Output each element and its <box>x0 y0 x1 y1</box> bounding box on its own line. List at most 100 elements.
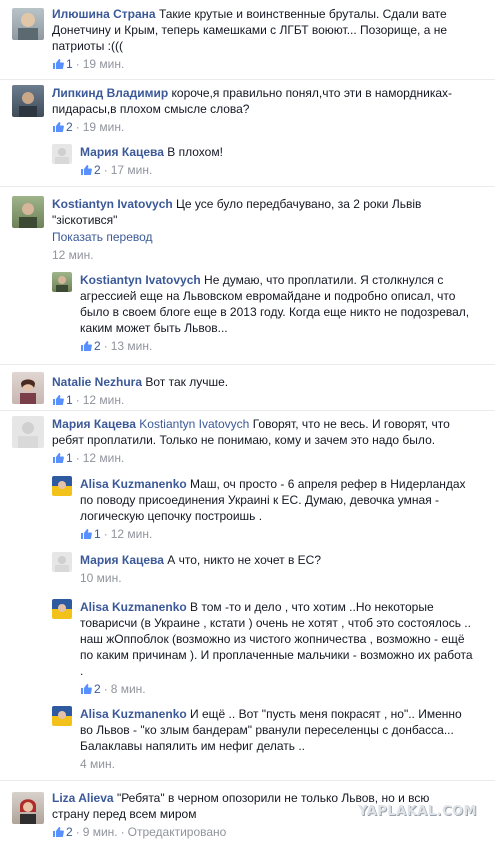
comment-author[interactable]: Natalie Nezhura <box>52 375 142 389</box>
comment-time[interactable]: 12 мин. <box>83 451 125 465</box>
like-count[interactable]: 2 <box>94 339 101 353</box>
comment-meta: 2 · 19 мин. <box>52 119 482 137</box>
comment-body: Natalie Nezhura Вот так лучше. 1 · 12 мин. <box>52 374 482 410</box>
comment-author[interactable]: Kostiantyn Ivatovych <box>52 197 173 211</box>
comment-text: Вот так лучше. <box>145 375 229 389</box>
avatar-image <box>55 556 69 572</box>
like-count[interactable]: 1 <box>66 451 73 465</box>
like-count[interactable]: 2 <box>66 825 73 839</box>
like-count[interactable]: 1 <box>66 57 73 71</box>
thumbs-up-icon[interactable] <box>52 121 64 137</box>
comment-body: Kostiantyn Ivatovych Не думаю, что пропл… <box>80 272 475 356</box>
comment-meta: 2 · 13 мин. <box>80 338 475 356</box>
avatar[interactable] <box>12 372 44 404</box>
like-count[interactable]: 1 <box>66 393 73 407</box>
comment-time[interactable]: 19 мин. <box>83 57 125 71</box>
avatar-image <box>18 13 38 40</box>
avatar[interactable] <box>12 8 44 40</box>
avatar[interactable] <box>52 599 72 619</box>
thumbs-up-icon[interactable] <box>80 683 92 699</box>
avatar-image <box>18 422 38 448</box>
divider <box>0 364 495 365</box>
comment-author[interactable]: Илюшина Страна <box>52 7 156 21</box>
comment-body: Alisa Kuzmanenko В том -то и дело , что … <box>80 599 475 699</box>
divider <box>0 186 495 187</box>
comment-meta: 2 · 8 мин. <box>80 681 475 699</box>
comment-text: В плохом! <box>167 145 223 159</box>
avatar-image <box>56 276 68 292</box>
avatar-image <box>20 379 36 404</box>
comment-author[interactable]: Мария Кацева <box>80 145 164 159</box>
comment-time[interactable]: 17 мин. <box>111 163 153 177</box>
comment-body: Мария Кацева В плохом! 2 · 17 мин. <box>80 144 480 180</box>
comment-body: Alisa Kuzmanenko Маш, оч просто - 6 апре… <box>80 476 475 544</box>
comment-meta: 2 · 17 мин. <box>80 162 480 180</box>
comment-time[interactable]: 4 мин. <box>80 757 115 771</box>
comment-author[interactable]: Мария Кацева <box>52 417 136 431</box>
comment-text: А что, никто не хочет в ЕС? <box>167 553 321 567</box>
comment-time[interactable]: 9 мин. <box>83 825 118 839</box>
comment-meta: 1 · 19 мин. <box>52 56 482 74</box>
avatar-image <box>58 711 66 719</box>
like-count[interactable]: 2 <box>94 163 101 177</box>
avatar-image <box>19 203 37 228</box>
divider <box>0 79 495 80</box>
thumbs-up-icon[interactable] <box>80 340 92 356</box>
comment-meta: 12 мин. <box>52 247 432 263</box>
avatar-image <box>55 148 69 164</box>
avatar-image <box>19 92 37 117</box>
comment-author[interactable]: Alisa Kuzmanenko <box>80 477 187 491</box>
thumbs-up-icon[interactable] <box>52 58 64 74</box>
comment-author[interactable]: Alisa Kuzmanenko <box>80 707 187 721</box>
avatar[interactable] <box>52 552 72 572</box>
avatar-image <box>58 604 66 612</box>
avatar[interactable] <box>12 85 44 117</box>
comment-author[interactable]: Kostiantyn Ivatovych <box>80 273 201 287</box>
comment-mention[interactable]: Kostiantyn Ivatovych <box>139 417 249 431</box>
comment-time[interactable]: 12 мин. <box>111 527 153 541</box>
avatar-image <box>58 481 66 489</box>
comment-author[interactable]: Липкинд Владимир <box>52 86 168 100</box>
like-count[interactable]: 1 <box>94 527 101 541</box>
comment-time[interactable]: 10 мин. <box>80 571 122 585</box>
comment-meta: 1 · 12 мин. <box>80 526 475 544</box>
avatar[interactable] <box>12 416 44 448</box>
comment-meta: 10 мин. <box>80 570 475 586</box>
thumbs-up-icon[interactable] <box>80 164 92 180</box>
comment-author[interactable]: Liza Alieva <box>52 791 114 805</box>
avatar[interactable] <box>52 706 72 726</box>
thumbs-up-icon[interactable] <box>52 394 64 410</box>
like-count[interactable]: 2 <box>94 682 101 696</box>
show-translation-link[interactable]: Показать перевод <box>52 229 432 245</box>
like-count[interactable]: 2 <box>66 120 73 134</box>
comment-body: Липкинд Владимир короче,я правильно поня… <box>52 85 482 137</box>
comment-body: Мария Кацева Kostiantyn Ivatovych Говоря… <box>52 416 482 468</box>
watermark-logo: YAPLAKAL.COM <box>358 804 477 819</box>
divider <box>0 410 495 411</box>
comment-author[interactable]: Alisa Kuzmanenko <box>80 600 187 614</box>
comment-meta: 1 · 12 мин. <box>52 392 482 410</box>
comment-time[interactable]: 8 мин. <box>111 682 146 696</box>
divider <box>0 780 495 781</box>
comment-body: Илюшина Страна Такие крутые и воинственн… <box>52 6 482 74</box>
comment-body: Мария Кацева А что, никто не хочет в ЕС?… <box>80 552 475 586</box>
avatar[interactable] <box>52 476 72 496</box>
comment-meta: 4 мин. <box>80 756 475 772</box>
comment-meta: 2 · 9 мин. · Отредактировано <box>52 824 452 842</box>
comment-time[interactable]: 12 мин. <box>52 248 94 262</box>
comment-time[interactable]: 12 мин. <box>83 393 125 407</box>
edited-label[interactable]: Отредактировано <box>128 825 227 839</box>
comment-time[interactable]: 19 мин. <box>83 120 125 134</box>
avatar-image <box>20 799 36 824</box>
thumbs-up-icon[interactable] <box>52 452 64 468</box>
avatar[interactable] <box>12 792 44 824</box>
avatar[interactable] <box>52 144 72 164</box>
comment-time[interactable]: 13 мин. <box>111 339 153 353</box>
comment-body: Kostiantyn Ivatovych Це усе було передба… <box>52 196 432 263</box>
comment-meta: 1 · 12 мин. <box>52 450 482 468</box>
thumbs-up-icon[interactable] <box>80 528 92 544</box>
comment-body: Alisa Kuzmanenko И ещё .. Вот "пусть мен… <box>80 706 475 772</box>
avatar[interactable] <box>52 272 72 292</box>
avatar[interactable] <box>12 196 44 228</box>
comment-author[interactable]: Мария Кацева <box>80 553 164 567</box>
